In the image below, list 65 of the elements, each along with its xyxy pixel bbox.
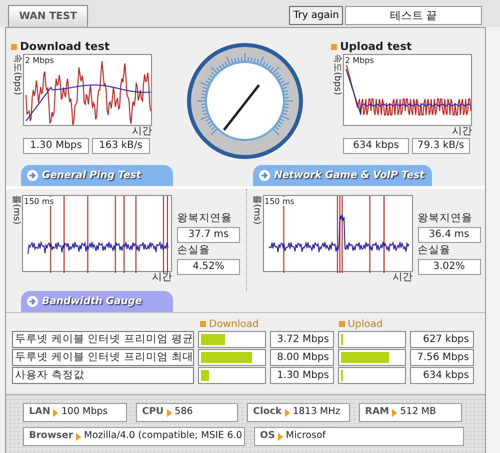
column-heading: Upload	[348, 318, 383, 332]
info-label: OS	[260, 429, 275, 444]
reading-field: 634 kbps	[343, 138, 409, 154]
value-field: 627 kbps	[410, 331, 474, 348]
column-heading: Download	[209, 318, 259, 332]
try-again-button[interactable]: Try again	[289, 6, 343, 25]
axis-label: 2 Mbps	[345, 56, 375, 65]
axis-label: 150 ms	[24, 197, 55, 206]
info-value: Mozilla/4.0 (compatible; MSIE 6.0	[84, 429, 242, 444]
value-field: 1.30 Mbps	[270, 367, 334, 384]
axis-label: 시간	[151, 272, 172, 284]
axis-label: 시간	[392, 272, 412, 284]
info-label: LAN	[29, 405, 50, 420]
info-value: 1813 MHz	[292, 405, 340, 420]
value-label: 왕복지연율	[418, 211, 474, 226]
axis-label: 률(ms)	[10, 195, 22, 226]
arrow-circle-icon	[27, 170, 38, 181]
bullet-icon	[338, 321, 345, 327]
axis-label: 150 ms	[264, 197, 296, 206]
loss-field: 4.52%	[177, 258, 240, 274]
arrow-circle-icon	[259, 170, 270, 181]
info-value: Microsof	[286, 429, 326, 444]
value-field: 3.72 Mbps	[270, 331, 334, 348]
info-value: 100 Mbps	[61, 405, 108, 420]
axis-label: 속도(bps)	[11, 54, 23, 98]
value-label: 왕복지연율	[177, 211, 233, 226]
info-label: Clock	[253, 405, 282, 420]
reading-field: 79.3 kB/s	[412, 138, 470, 154]
loss-field: 3.02%	[418, 258, 480, 274]
info-label: CPU	[142, 405, 164, 420]
value-label: 손실율	[418, 242, 452, 258]
chart-title: Download test	[20, 38, 110, 54]
tab[interactable]: WAN TEST	[8, 5, 88, 27]
reading-field: 1.30 Mbps	[23, 138, 89, 154]
status-field: 테스트 끝	[345, 6, 482, 25]
arrow-circle-icon	[27, 296, 38, 307]
value-field: 7.56 Mbps	[410, 349, 474, 366]
triangle-icon	[392, 408, 398, 416]
triangle-icon	[278, 432, 283, 440]
row-label: 두루넷 케이블 인터넷 프리미엄 평균	[12, 331, 194, 348]
info-label: RAM	[365, 405, 390, 420]
reading-field: 163 kB/s	[92, 138, 150, 154]
triangle-icon	[284, 408, 290, 416]
info-value: 586	[174, 405, 193, 420]
axis-label: 시간	[451, 126, 472, 138]
triangle-icon	[76, 432, 82, 440]
axis-label: 속도(bps)	[331, 54, 343, 98]
value-label: 손실율	[177, 242, 211, 258]
row-label: 사용자 측정값	[12, 367, 194, 384]
triangle-icon	[166, 408, 172, 416]
value-field: 8.00 Mbps	[270, 349, 334, 366]
bullet-icon	[331, 44, 337, 50]
info-label: Browser	[29, 429, 74, 444]
bullet-icon	[200, 321, 206, 327]
triangle-icon	[53, 408, 58, 416]
axis-label: 률(ms)	[250, 195, 262, 226]
latency-field: 36.4 ms	[418, 226, 480, 243]
row-label: 두루넷 케이블 인터넷 프리미엄 최대	[12, 349, 194, 366]
info-value: 512 MB	[400, 405, 436, 420]
bullet-icon	[11, 44, 17, 50]
latency-field: 37.7 ms	[177, 226, 240, 243]
axis-label: 2 Mbps	[25, 56, 55, 65]
chart-title: Upload test	[340, 38, 412, 54]
axis-label: 시간	[131, 126, 152, 138]
value-field: 634 kbps	[410, 367, 474, 384]
